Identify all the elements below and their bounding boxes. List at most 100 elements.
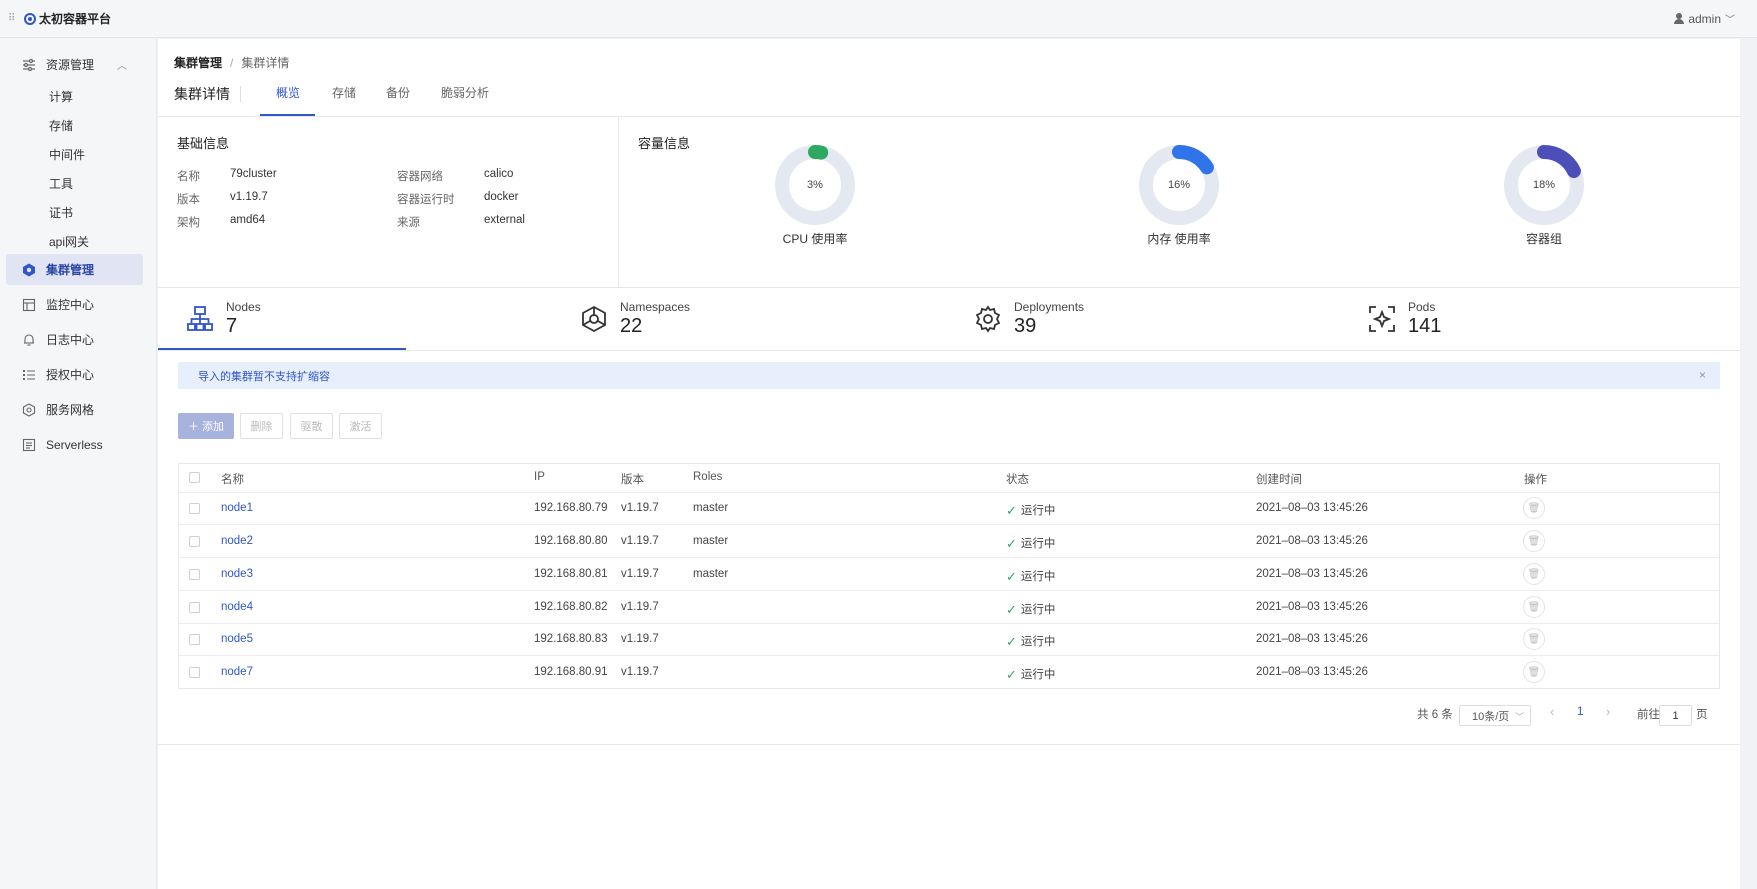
node-created: 2021–08–03 13:45:26 xyxy=(1256,502,1368,514)
stat-nodes[interactable]: Nodes 7 xyxy=(186,297,386,349)
sidebar-sub-middleware[interactable]: 中间件 xyxy=(49,146,85,163)
next-page-button[interactable]: › xyxy=(1606,704,1610,719)
add-button[interactable]: ＋ 添加 xyxy=(178,413,234,439)
node-name-link[interactable]: node7 xyxy=(221,666,253,678)
node-ip: 192.168.80.83 xyxy=(534,633,608,645)
tab-vulnerability[interactable]: 脆弱分析 xyxy=(441,84,489,101)
cluster-icon xyxy=(22,263,36,277)
node-name-link[interactable]: node4 xyxy=(221,601,253,613)
delete-row-button[interactable]: 🗑 xyxy=(1523,497,1545,519)
basic-info-card: 基础信息 名称 79cluster 版本 v1.19.7 架构 amd64 容器… xyxy=(158,117,619,287)
sidebar-item-service-mesh[interactable]: 服务网格 xyxy=(6,394,143,425)
capacity-title: 容量信息 xyxy=(638,136,691,151)
sidebar-sub-tools[interactable]: 工具 xyxy=(49,175,73,192)
info-label: 来源 xyxy=(397,217,420,229)
tab-storage[interactable]: 存储 xyxy=(332,84,356,101)
info-alert: 导入的集群暂不支持扩缩容 × xyxy=(178,362,1720,389)
node-ip: 192.168.80.82 xyxy=(534,601,608,613)
node-version: v1.19.7 xyxy=(621,535,659,547)
tab-overview[interactable]: 概览 xyxy=(276,84,300,101)
delete-row-button[interactable]: 🗑 xyxy=(1523,530,1545,552)
row-checkbox[interactable] xyxy=(189,602,200,613)
row-checkbox[interactable] xyxy=(189,503,200,514)
select-all-checkbox[interactable] xyxy=(189,472,200,483)
drain-button[interactable]: 驱散 xyxy=(290,413,333,439)
divider xyxy=(158,744,1740,745)
mesh-icon xyxy=(22,402,36,417)
page-number-current[interactable]: 1 xyxy=(1577,706,1583,718)
namespaces-icon xyxy=(582,305,606,333)
grip-icon[interactable]: ⠿ xyxy=(8,13,18,24)
sidebar-item-serverless[interactable]: Serverless xyxy=(6,429,143,460)
delete-button[interactable]: 删除 xyxy=(240,413,283,439)
col-header-ip[interactable]: IP xyxy=(534,471,545,483)
node-name-link[interactable]: node2 xyxy=(221,535,253,547)
sidebar-sub-compute[interactable]: 计算 xyxy=(49,88,73,105)
sidebar-item-label: Serverless xyxy=(46,437,103,452)
stat-value: 22 xyxy=(620,315,643,337)
check-icon: ✓ xyxy=(1006,633,1017,649)
prev-page-button[interactable]: ‹ xyxy=(1550,704,1554,719)
node-version: v1.19.7 xyxy=(621,601,659,613)
node-created: 2021–08–03 13:45:26 xyxy=(1256,535,1368,547)
col-header-name[interactable]: 名称 xyxy=(221,471,244,487)
breadcrumb-separator: / xyxy=(230,56,234,70)
sidebar-sub-certs[interactable]: 证书 xyxy=(49,204,73,221)
node-ip: 192.168.80.91 xyxy=(534,666,608,678)
delete-row-button[interactable]: 🗑 xyxy=(1523,596,1545,618)
sidebar-item-label: 资源管理 xyxy=(46,58,95,72)
chevron-down-icon: ﹀ xyxy=(1725,15,1735,26)
sidebar-item-resource-mgmt[interactable]: 资源管理 ︿ xyxy=(6,49,143,80)
col-header-status[interactable]: 状态 xyxy=(1006,471,1029,487)
divider xyxy=(179,590,1719,591)
col-header-roles[interactable]: Roles xyxy=(693,471,722,483)
page-unit-label: 页 xyxy=(1696,709,1708,721)
sidebar-item-label: 日志中心 xyxy=(46,333,95,347)
col-header-created[interactable]: 创建时间 xyxy=(1256,471,1302,487)
breadcrumb-parent[interactable]: 集群管理 xyxy=(174,56,222,70)
node-version: v1.19.7 xyxy=(621,502,659,514)
row-checkbox[interactable] xyxy=(189,634,200,645)
sidebar-sub-storage[interactable]: 存储 xyxy=(49,117,73,134)
delete-row-button[interactable]: 🗑 xyxy=(1523,661,1545,683)
node-name-link[interactable]: node5 xyxy=(221,633,253,645)
row-checkbox[interactable] xyxy=(189,667,200,678)
sidebar: 资源管理 ︿ 计算 存储 中间件 工具 证书 api网关 集群管理 监控中心 日… xyxy=(0,39,157,889)
user-menu[interactable]: admin ﹀ xyxy=(1674,11,1735,26)
tab-backup[interactable]: 备份 xyxy=(386,84,410,101)
info-label: 容器网络 xyxy=(397,171,443,183)
node-name-link[interactable]: node3 xyxy=(221,568,253,580)
divider xyxy=(179,524,1719,525)
col-header-version[interactable]: 版本 xyxy=(621,471,644,487)
breadcrumb-current: 集群详情 xyxy=(241,56,290,70)
node-version: v1.19.7 xyxy=(621,666,659,678)
status-text: 运行中 xyxy=(1020,669,1056,681)
goto-label: 前往 xyxy=(1637,709,1660,721)
user-icon xyxy=(1674,13,1685,24)
page-size-select[interactable]: 10条/页 ﹀ xyxy=(1459,705,1531,726)
sidebar-item-logs[interactable]: 日志中心 xyxy=(6,324,143,355)
goto-page-input[interactable]: 1 xyxy=(1659,705,1692,726)
node-created: 2021–08–03 13:45:26 xyxy=(1256,666,1368,678)
row-checkbox[interactable] xyxy=(189,536,200,547)
stat-namespaces[interactable]: Namespaces 22 xyxy=(580,297,780,349)
sidebar-sub-api-gateway[interactable]: api网关 xyxy=(49,233,89,250)
sidebar-item-auth[interactable]: 授权中心 xyxy=(6,359,143,390)
divider xyxy=(179,655,1719,656)
node-status: ✓ 运行中 xyxy=(1006,502,1055,518)
info-label: 名称 xyxy=(177,171,200,183)
stat-label: Namespaces xyxy=(620,300,691,314)
delete-row-button[interactable]: 🗑 xyxy=(1523,563,1545,585)
status-text: 运行中 xyxy=(1020,571,1056,583)
stat-pods[interactable]: Pods 141 xyxy=(1368,297,1568,349)
row-checkbox[interactable] xyxy=(189,569,200,580)
sidebar-item-monitoring[interactable]: 监控中心 xyxy=(6,289,143,320)
list-icon xyxy=(22,368,36,382)
stat-deployments[interactable]: Deployments 39 xyxy=(974,297,1174,349)
delete-row-button[interactable]: 🗑 xyxy=(1523,628,1545,650)
sidebar-item-cluster-mgmt[interactable]: 集群管理 xyxy=(6,254,143,285)
activate-button[interactable]: 激活 xyxy=(339,413,382,439)
divider xyxy=(179,623,1719,624)
node-name-link[interactable]: node1 xyxy=(221,502,253,514)
close-icon[interactable]: × xyxy=(1699,368,1706,382)
